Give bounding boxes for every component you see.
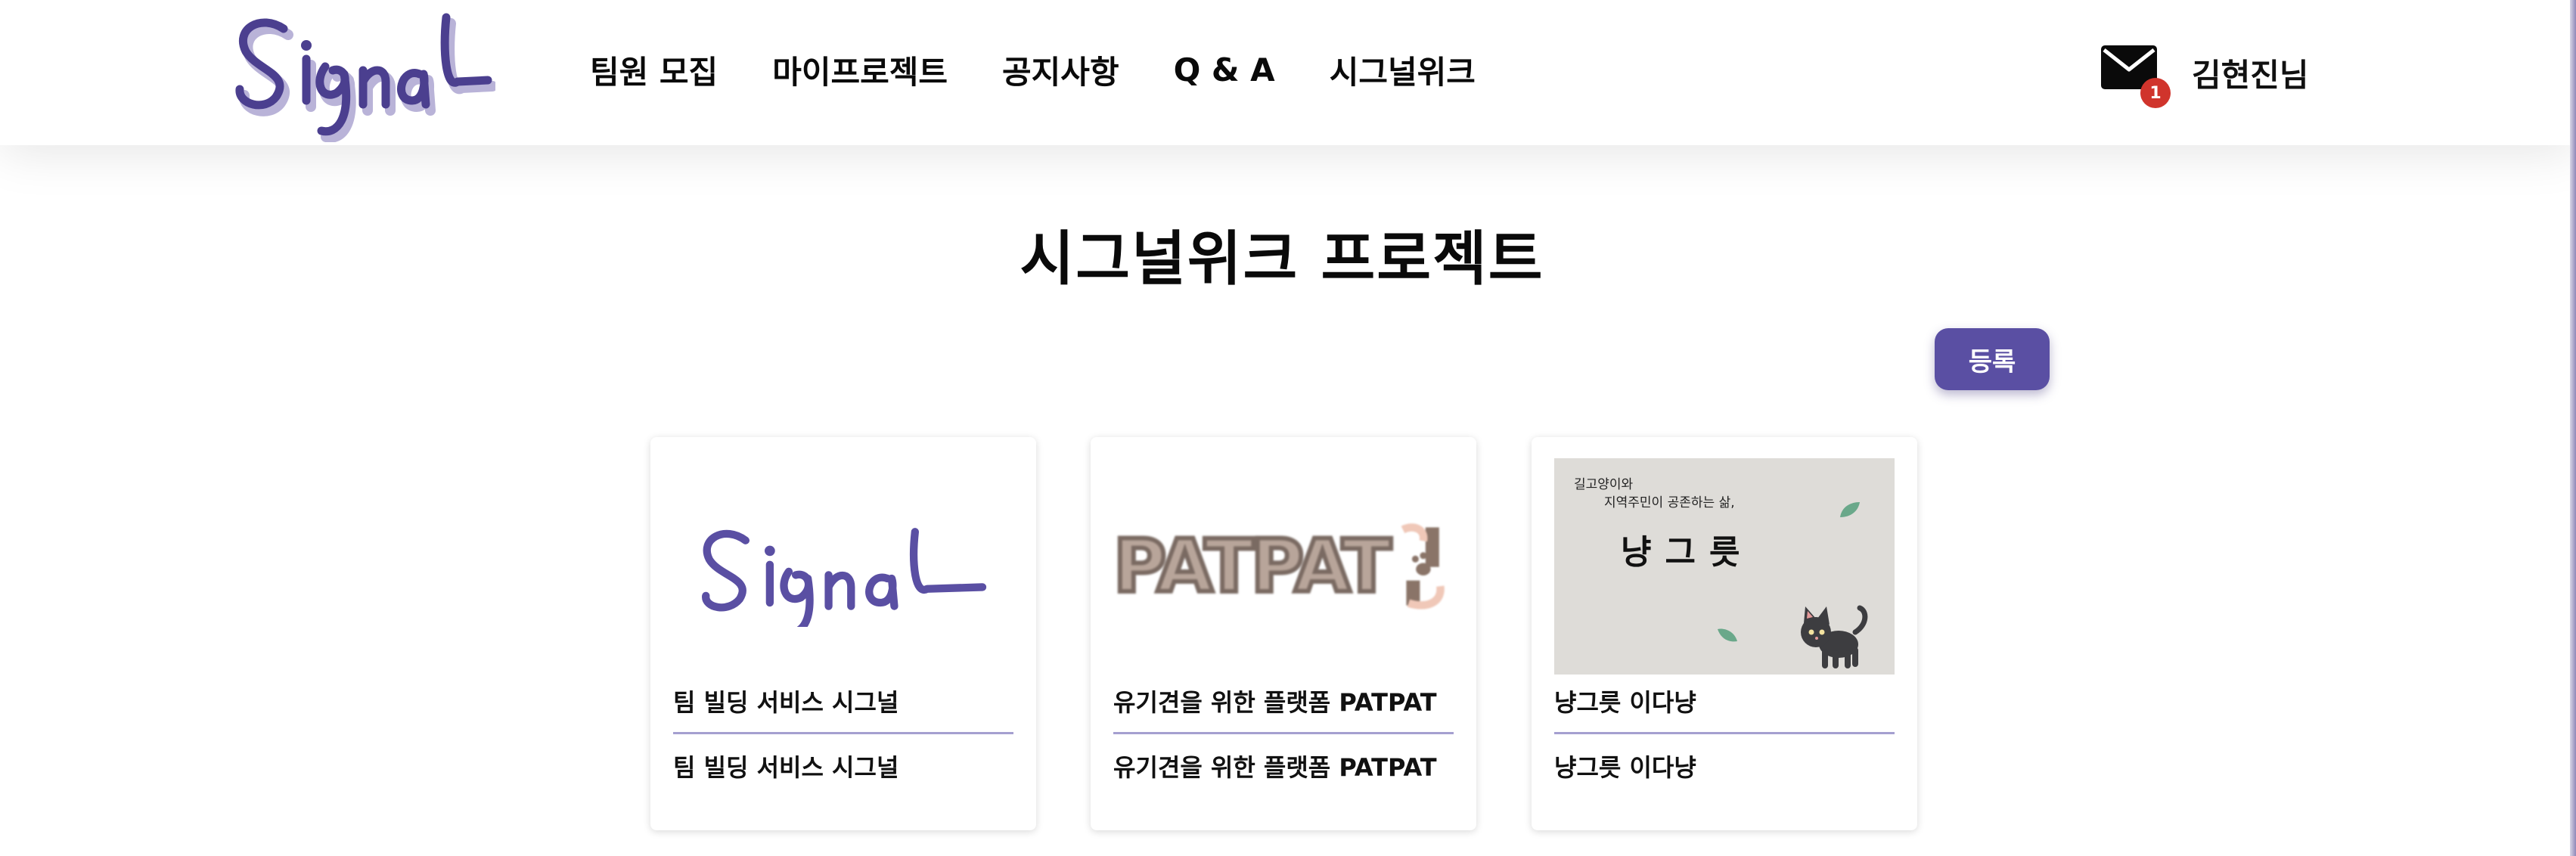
cat-image-line1: 길고양이와 — [1574, 477, 1634, 492]
card-title: 냥그릇 이다냥 — [1554, 688, 1696, 717]
signal-logo[interactable] — [231, 6, 498, 143]
nav-my-project[interactable]: 마이프로젝트 — [772, 47, 948, 93]
card-description: 유기견을 위한 플랫폼 PATPAT — [1113, 753, 1437, 782]
user-name[interactable]: 김현진님 — [2192, 50, 2309, 96]
mail-badge: 1 — [2140, 78, 2171, 108]
register-button[interactable]: 등록 — [1935, 328, 2050, 390]
nav-qna[interactable]: Q & A — [1174, 51, 1275, 88]
project-card[interactable]: 길고양이와 지역주민이 공존하는 삶, 냥그릇 냥그릇 이다냥 냥그릇 이다냥 — [1532, 437, 1917, 830]
paw-icon — [1401, 523, 1445, 609]
card-title: 유기견을 위한 플랫폼 PATPAT — [1113, 688, 1437, 717]
leaf-icon — [1840, 502, 1860, 517]
card-image-signal — [673, 458, 1013, 675]
card-description: 냥그릇 이다냥 — [1554, 753, 1696, 782]
nav-team-recruit[interactable]: 팀원 모집 — [590, 47, 718, 93]
card-divider — [1554, 732, 1895, 734]
card-description: 팀 빌딩 서비스 시그널 — [673, 753, 899, 782]
card-title: 팀 빌딩 서비스 시그널 — [673, 688, 899, 717]
top-header: 팀원 모집 마이프로젝트 공지사항 Q & A 시그널위크 1 김현진님 — [0, 0, 2576, 145]
leaf-icon — [1718, 628, 1737, 642]
project-card[interactable]: PATPAT 유기견을 위한 플랫폼 PATPAT 유기견을 위한 플랫폼 PA… — [1091, 437, 1476, 830]
card-image-patpat: PATPAT — [1113, 458, 1454, 675]
main-nav: 팀원 모집 마이프로젝트 공지사항 Q & A 시그널위크 — [590, 0, 1530, 140]
card-divider — [673, 732, 1013, 734]
project-card[interactable]: 팀 빌딩 서비스 시그널 팀 빌딩 서비스 시그널 — [650, 437, 1036, 830]
page-title: 시그널위크 프로젝트 — [1020, 225, 1544, 293]
nav-signal-week[interactable]: 시그널위크 — [1330, 47, 1476, 93]
mail-button[interactable]: 1 — [2100, 44, 2171, 108]
cat-image-line2: 지역주민이 공존하는 삶, — [1604, 495, 1735, 510]
card-divider — [1113, 732, 1454, 734]
nav-notice[interactable]: 공지사항 — [1002, 47, 1119, 93]
cat-image-brand: 냥그릇 — [1621, 533, 1754, 572]
scrollbar[interactable] — [2570, 0, 2576, 856]
card-image-cat: 길고양이와 지역주민이 공존하는 삶, 냥그릇 — [1554, 458, 1895, 675]
patpat-logo-text: PATPAT — [1113, 522, 1394, 611]
cat-icon — [1801, 605, 1868, 668]
